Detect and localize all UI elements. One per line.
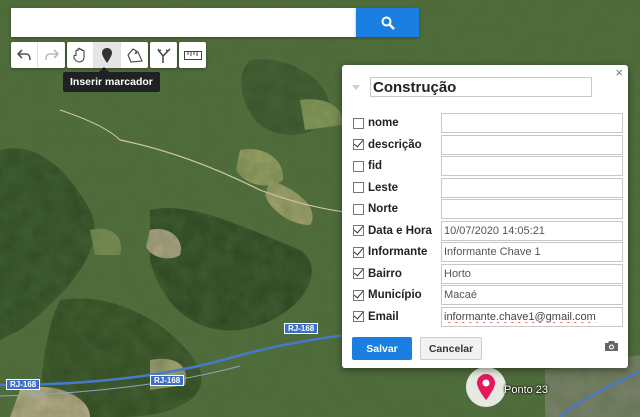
route-split-icon xyxy=(156,47,171,63)
field-label: descrição xyxy=(368,138,422,151)
field-label: nome xyxy=(368,117,399,129)
field-input[interactable] xyxy=(441,177,623,198)
route-toolbar xyxy=(150,42,177,68)
undo-icon xyxy=(17,49,31,61)
field-label: Informante xyxy=(368,246,428,258)
field-checkbox[interactable] xyxy=(353,246,364,258)
save-button[interactable]: Salvar xyxy=(352,337,412,360)
field-label: fid xyxy=(368,160,383,172)
cancel-button[interactable]: Cancelar xyxy=(420,337,482,360)
field-label: Data e Hora xyxy=(368,224,432,237)
feature-attributes-dialog: × nome descrição fid Leste Norte Data e Hora I… xyxy=(342,65,628,368)
field-checkbox[interactable] xyxy=(353,311,364,322)
camera-icon[interactable] xyxy=(604,340,619,352)
field-checkbox[interactable] xyxy=(353,268,364,279)
field-checkbox[interactable] xyxy=(353,225,364,236)
field-label: Email xyxy=(368,310,399,323)
field-checkbox[interactable] xyxy=(353,160,364,172)
search-button[interactable] xyxy=(356,8,419,37)
draw-polygon-button[interactable] xyxy=(121,42,148,68)
field-row: Norte xyxy=(353,199,624,219)
ruler-button[interactable] xyxy=(179,42,206,68)
history-toolbar xyxy=(11,42,65,68)
field-label: Bairro xyxy=(368,267,402,280)
redo-button[interactable] xyxy=(38,42,65,68)
field-input[interactable] xyxy=(441,220,623,241)
field-row: descrição xyxy=(353,134,624,155)
route-split-button[interactable] xyxy=(150,42,177,68)
field-row: Leste xyxy=(353,177,624,198)
field-input[interactable] xyxy=(441,263,623,284)
field-input[interactable] xyxy=(441,113,623,133)
draw-toolbar xyxy=(67,42,148,68)
search-icon xyxy=(381,16,395,30)
field-input[interactable] xyxy=(441,156,623,176)
close-icon[interactable]: × xyxy=(615,66,623,80)
marker-pin-icon xyxy=(102,47,112,63)
field-checkbox[interactable] xyxy=(353,117,364,129)
field-checkbox[interactable] xyxy=(353,203,364,215)
field-row: fid xyxy=(353,156,624,176)
map-pin-icon xyxy=(477,374,495,400)
placed-marker[interactable] xyxy=(466,367,506,407)
field-input[interactable] xyxy=(441,306,623,327)
field-checkbox[interactable] xyxy=(353,289,364,301)
field-input[interactable] xyxy=(441,242,623,262)
layer-title-field[interactable] xyxy=(370,77,592,97)
insert-marker-button[interactable] xyxy=(94,42,121,68)
road-label: RJ-168 xyxy=(6,379,41,390)
field-checkbox[interactable] xyxy=(353,182,364,193)
field-checkbox[interactable] xyxy=(353,139,364,150)
hand-pan-icon xyxy=(73,47,85,63)
field-input[interactable] xyxy=(441,285,623,305)
field-row: nome xyxy=(353,113,624,133)
field-row: Bairro xyxy=(353,263,624,284)
field-label: Município xyxy=(368,289,422,301)
road-label: RJ-168 xyxy=(284,323,319,334)
field-label: Leste xyxy=(368,181,399,194)
measure-toolbar xyxy=(179,42,206,68)
field-row: Município xyxy=(353,285,624,305)
road-label: RJ-168 xyxy=(150,375,185,386)
field-row: Informante xyxy=(353,242,624,262)
search-input[interactable] xyxy=(11,8,356,37)
pan-button[interactable] xyxy=(67,42,94,68)
field-row: Email xyxy=(353,306,624,327)
caret-down-icon[interactable] xyxy=(352,83,360,91)
field-label: Norte xyxy=(368,203,399,215)
undo-button[interactable] xyxy=(11,42,38,68)
ruler-icon xyxy=(183,50,202,60)
polygon-draw-icon xyxy=(126,47,143,63)
place-label: Ponto 23 xyxy=(504,384,549,396)
field-input[interactable] xyxy=(441,134,623,155)
field-row: Data e Hora xyxy=(353,220,624,241)
redo-icon xyxy=(44,49,59,61)
field-input[interactable] xyxy=(441,199,623,219)
tooltip: Inserir marcador xyxy=(63,67,160,92)
